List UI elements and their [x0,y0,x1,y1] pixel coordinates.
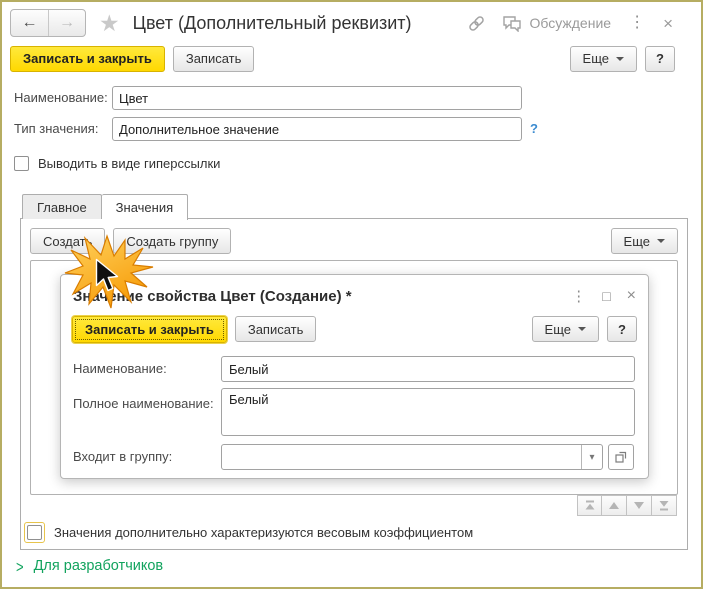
dialog-more-button[interactable]: Еще [532,316,599,342]
weight-checkbox-label: Значения дополнительно характеризуются в… [54,525,473,540]
weight-checkbox-row: Значения дополнительно характеризуются в… [24,522,473,543]
dialog-group-combo: ▾ [221,444,603,470]
more-label: Еще [583,51,609,66]
help-button[interactable]: ? [645,46,675,72]
developers-link-label: Для разработчиков [34,558,164,574]
name-input[interactable] [112,86,522,110]
dialog-more-label: Еще [545,322,571,337]
values-more-button[interactable]: Еще [611,228,678,254]
dialog-group-input[interactable] [222,445,581,469]
dialog-help-button[interactable]: ? [607,316,637,342]
titlebar-menu-icon[interactable]: ⋮ [629,15,645,31]
window-title: Цвет (Дополнительный реквизит) [133,13,412,34]
weight-checkbox-focus-ring [24,522,45,543]
tab-strip: Главное Значения [22,194,188,219]
main-toolbar: Записать и закрыть Записать Еще ? [10,45,675,72]
developers-link[interactable]: > Для разработчиков [16,558,163,574]
discussion-label: Обсуждение [529,15,611,31]
dialog-group-label: Входит в группу: [73,444,172,470]
hyperlink-checkbox[interactable] [14,156,29,171]
dialog-maximize-icon[interactable]: □ [602,289,610,303]
copy-link-icon[interactable] [467,14,486,33]
dialog-group-open-button[interactable] [608,444,634,470]
dialog-group-dropdown-icon[interactable]: ▾ [581,445,602,469]
dialog-close-icon[interactable]: × [627,288,636,304]
tab-values[interactable]: Значения [102,194,188,220]
values-more-label: Еще [624,234,650,249]
dialog-save-button[interactable]: Записать [235,316,317,342]
more-button[interactable]: Еще [570,46,637,72]
dialog-fullname-label: Полное наименование: [73,391,214,417]
window-close-icon[interactable]: × [663,15,673,32]
history-nav: ← → [10,9,86,37]
mouse-cursor [95,258,120,294]
name-field-label: Наименование: [14,86,108,110]
move-down-button[interactable] [627,495,652,516]
dialog-fullname-textarea[interactable]: Белый [221,388,635,436]
titlebar: ← → ★ Цвет (Дополнительный реквизит) Обс… [10,7,673,39]
move-top-button[interactable] [577,495,602,516]
type-help-link[interactable]: ? [530,121,538,136]
dialog-name-input[interactable] [221,356,635,382]
favorite-star-icon[interactable]: ★ [99,12,120,35]
weight-checkbox[interactable] [27,525,42,540]
dialog-save-close-button[interactable]: Записать и закрыть [72,316,227,343]
save-close-button[interactable]: Записать и закрыть [10,46,165,72]
move-bottom-button[interactable] [652,495,677,516]
value-type-input[interactable] [112,117,522,141]
move-up-button[interactable] [602,495,627,516]
dialog-toolbar: Записать и закрыть Записать Еще ? [72,315,637,343]
dialog-menu-icon[interactable]: ⋮ [571,289,586,304]
chevron-down-icon [578,327,586,331]
type-field-label: Тип значения: [14,117,98,141]
back-button[interactable]: ← [11,10,48,36]
chevron-down-icon [616,57,624,61]
dialog-name-label: Наименование: [73,356,167,382]
chevron-down-icon [657,239,665,243]
hyperlink-checkbox-label: Выводить в виде гиперссылки [38,156,220,171]
save-button[interactable]: Записать [173,46,255,72]
reorder-buttons [577,495,677,516]
tab-main[interactable]: Главное [22,194,102,219]
app-window: ← → ★ Цвет (Дополнительный реквизит) Обс… [0,0,703,589]
forward-button[interactable]: → [48,10,85,36]
dialog-header: Значение свойства Цвет (Создание) * ⋮ □ … [73,285,636,307]
chevron-right-icon: > [16,556,24,576]
hyperlink-checkbox-row: Выводить в виде гиперссылки [14,156,220,171]
discussion-button[interactable]: Обсуждение [502,15,611,32]
